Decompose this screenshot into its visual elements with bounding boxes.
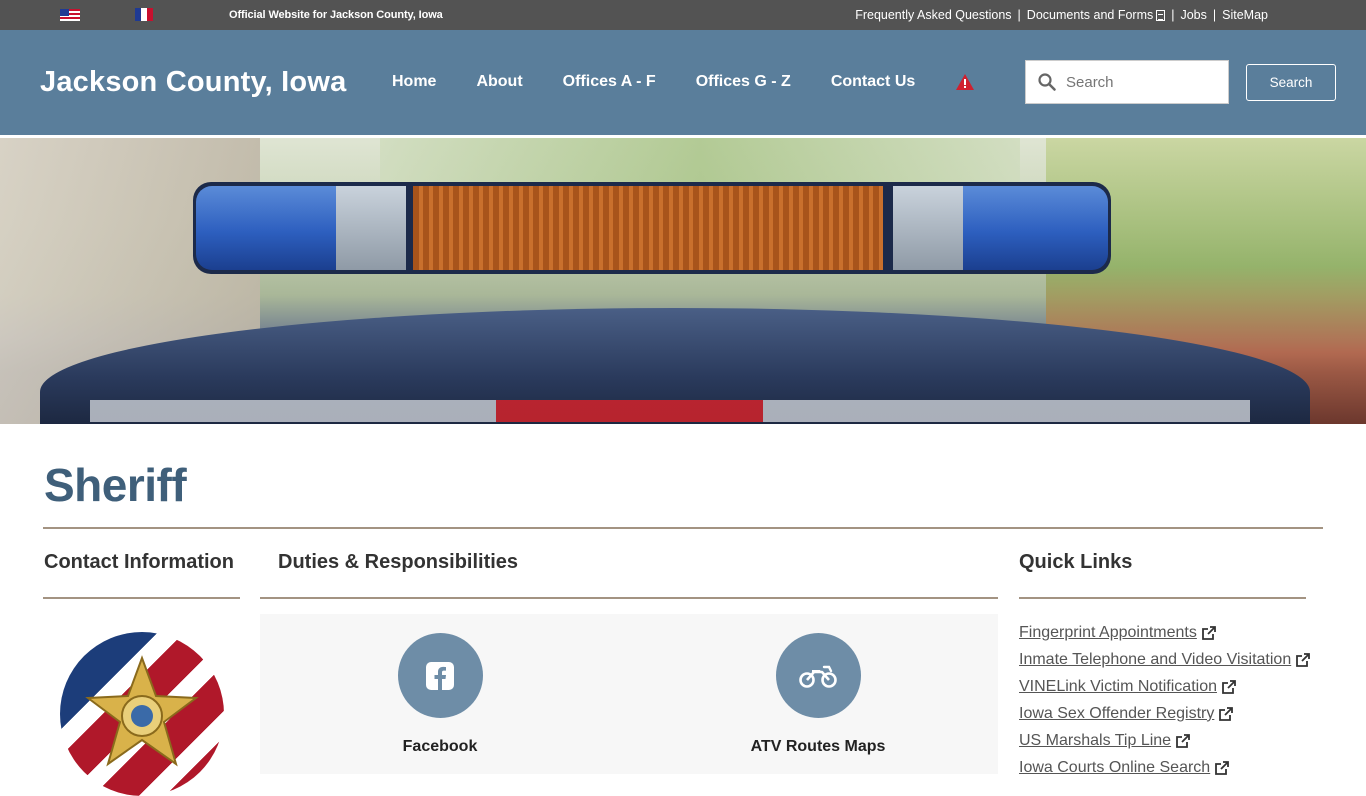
hero-image (0, 138, 1366, 424)
duty-facebook[interactable]: Facebook (350, 633, 530, 756)
quick-link-item[interactable]: Iowa Sex Offender Registry (1019, 700, 1310, 727)
contact-information-heading: Contact Information (44, 551, 234, 573)
search-button[interactable]: Search (1246, 64, 1336, 101)
light-bar-amber (413, 186, 883, 270)
external-link-icon (1296, 652, 1311, 667)
jobs-link[interactable]: Jobs (1180, 8, 1206, 22)
quick-link-label[interactable]: US Marshals Tip Line (1019, 732, 1171, 750)
quick-link-item[interactable]: US Marshals Tip Line (1019, 727, 1310, 754)
quick-links-list: Fingerprint Appointments Inmate Telephon… (1019, 619, 1311, 781)
sheriff-badge-image (60, 632, 224, 796)
light-bar-blue-right (963, 186, 1108, 270)
page-title: Sheriff (44, 459, 187, 511)
duties-divider (260, 597, 998, 599)
separator: | (1171, 8, 1175, 22)
title-divider (43, 527, 1323, 529)
light-bar-clear-left (336, 186, 406, 270)
duty-label[interactable]: Facebook (350, 738, 530, 756)
utility-links: Frequently Asked Questions | Documents a… (855, 8, 1268, 22)
quick-link-item[interactable]: VINELink Victim Notification (1019, 673, 1310, 700)
iowa-flag-icon[interactable] (135, 8, 153, 21)
duty-label[interactable]: ATV Routes Maps (728, 738, 908, 756)
quick-link-item[interactable]: Inmate Telephone and Video Visitation (1019, 646, 1311, 673)
documents-forms-link[interactable]: Documents and Forms (1027, 8, 1153, 22)
police-light-bar (193, 182, 1111, 274)
search-icon (1038, 73, 1056, 91)
sitemap-link[interactable]: SiteMap (1222, 8, 1268, 22)
nav-about[interactable]: About (476, 73, 522, 91)
external-link-icon (1176, 733, 1190, 748)
external-link-icon (1219, 706, 1234, 721)
nav-offices-g-z[interactable]: Offices G - Z (696, 73, 791, 91)
deputy-star-badge-icon (85, 655, 199, 767)
faq-link[interactable]: Frequently Asked Questions (855, 8, 1011, 22)
contact-divider (43, 597, 240, 599)
top-utility-bar: Official Website for Jackson County, Iow… (0, 0, 1366, 30)
document-icon (1156, 9, 1166, 21)
external-link-icon (1201, 625, 1216, 640)
search-box (1025, 60, 1229, 104)
site-header: Jackson County, Iowa Home About Offices … (0, 30, 1366, 135)
motorcycle-icon-circle[interactable] (775, 633, 861, 718)
motorcycle-icon (799, 665, 837, 688)
nav-offices-a-f[interactable]: Offices A - F (563, 73, 656, 91)
main-nav: Home About Offices A - F Offices G - Z C… (392, 73, 955, 91)
us-flag-icon[interactable] (60, 9, 80, 21)
police-car-reflection (90, 400, 1250, 422)
quick-link-label[interactable]: Inmate Telephone and Video Visitation (1019, 651, 1291, 669)
quick-links-divider (1019, 597, 1306, 599)
light-bar-clear-right (893, 186, 963, 270)
quick-link-label[interactable]: Iowa Sex Offender Registry (1019, 705, 1214, 723)
quick-link-label[interactable]: VINELink Victim Notification (1019, 678, 1217, 696)
quick-links-heading: Quick Links (1019, 551, 1133, 573)
duties-heading: Duties & Responsibilities (278, 551, 519, 573)
nav-home[interactable]: Home (392, 73, 436, 91)
search-input[interactable] (1066, 71, 1216, 93)
alert-warning-icon[interactable] (956, 74, 974, 90)
quick-link-item[interactable]: Fingerprint Appointments (1019, 619, 1310, 646)
light-bar-blue-left (196, 186, 336, 270)
duty-atv-routes-maps[interactable]: ATV Routes Maps (728, 633, 908, 756)
site-title[interactable]: Jackson County, Iowa (40, 66, 346, 99)
facebook-icon-circle[interactable] (397, 633, 483, 718)
separator: | (1212, 8, 1217, 22)
official-website-text: Official Website for Jackson County, Iow… (229, 9, 443, 21)
nav-contact-us[interactable]: Contact Us (831, 73, 915, 91)
quick-link-label[interactable]: Fingerprint Appointments (1019, 624, 1197, 642)
separator: | (1017, 8, 1021, 22)
external-link-icon (1222, 679, 1236, 694)
facebook-icon (426, 661, 454, 690)
